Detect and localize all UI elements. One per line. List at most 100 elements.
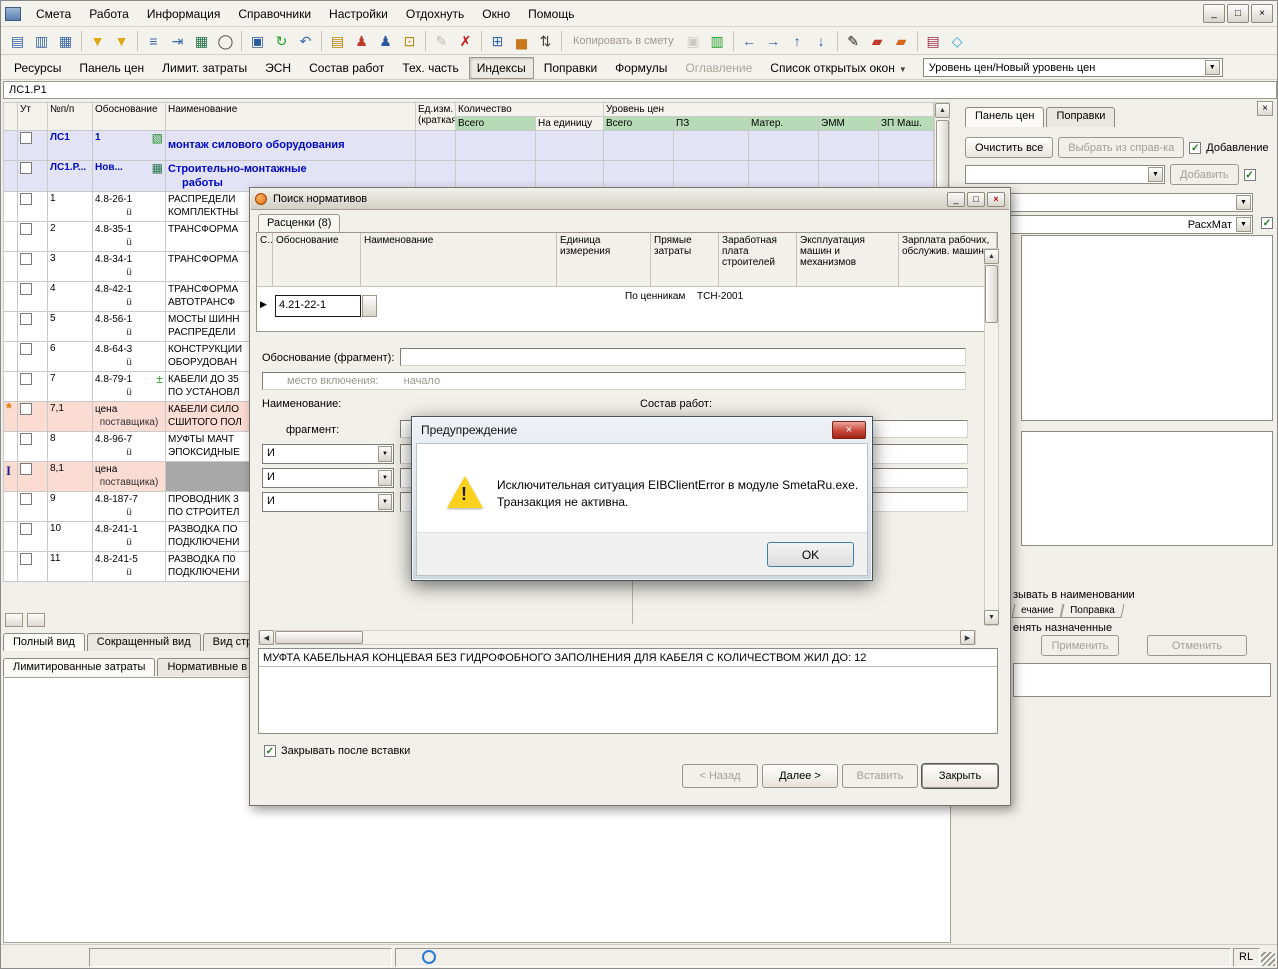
row-checkbox[interactable]: [20, 493, 32, 505]
col-num[interactable]: №п/п: [48, 103, 93, 131]
col-quantity[interactable]: Количество: [456, 103, 604, 117]
col-ut[interactable]: Ут: [18, 103, 48, 131]
keyboard-layout-indicator[interactable]: RL: [1233, 948, 1260, 967]
apply-button[interactable]: Применить: [1041, 635, 1119, 656]
chevron-down-icon[interactable]: ▼: [1236, 217, 1251, 232]
ok-button[interactable]: OK: [767, 542, 854, 567]
tab-full-view[interactable]: Полный вид: [3, 633, 85, 651]
menu-item[interactable]: Справочники: [229, 3, 320, 25]
pen-icon[interactable]: ✎: [842, 30, 865, 53]
move-up-icon[interactable]: ↑: [786, 30, 809, 53]
row-checkbox[interactable]: [20, 523, 32, 535]
warning-close-button[interactable]: ×: [832, 421, 866, 439]
tab-лимит-затраты[interactable]: Лимит. затраты: [154, 57, 255, 79]
note-icon[interactable]: ⊡: [398, 30, 421, 53]
menu-item[interactable]: Помощь: [519, 3, 583, 25]
tree-level-icon[interactable]: ≡: [142, 30, 165, 53]
col-name[interactable]: Наименование: [166, 103, 416, 131]
scroll-up-icon[interactable]: ▲: [935, 103, 950, 118]
search-icon[interactable]: ◯: [214, 30, 237, 53]
code-cell-button[interactable]: [362, 295, 377, 317]
dialog-close-button[interactable]: ×: [987, 192, 1005, 207]
indent-left-icon[interactable]: ←: [738, 30, 761, 53]
row-checkbox[interactable]: [20, 553, 32, 565]
materials-icon[interactable]: ▰: [890, 30, 913, 53]
scrollbar-thumb[interactable]: [275, 631, 363, 644]
menu-item[interactable]: Окно: [473, 3, 519, 25]
save-icon[interactable]: ▣: [246, 30, 269, 53]
edit-icon[interactable]: ✎: [430, 30, 453, 53]
dialog-horizontal-scrollbar[interactable]: ◀ ▶: [258, 630, 976, 645]
books-icon[interactable]: ▤: [922, 30, 945, 53]
tab-normative[interactable]: Нормативные в: [157, 658, 257, 676]
rcol-unit[interactable]: Единица измерения: [557, 233, 651, 287]
col-pl-mater[interactable]: Матер.: [749, 117, 819, 131]
justification-fragment-field[interactable]: [400, 348, 966, 366]
tab-список-открытых-окон[interactable]: Список открытых окон▼: [762, 57, 914, 79]
dialog-maximize-button[interactable]: □: [967, 192, 985, 207]
row-checkbox[interactable]: [20, 373, 32, 385]
layers-icon[interactable]: ◇: [946, 30, 969, 53]
col-qty-per-unit[interactable]: На единицу: [536, 117, 604, 131]
rcol-name[interactable]: Наименование: [361, 233, 557, 287]
next-button[interactable]: Далее >: [762, 764, 838, 788]
row-checkbox[interactable]: [20, 433, 32, 445]
adding-checkbox[interactable]: ✓: [1189, 142, 1201, 154]
refresh-icon[interactable]: ↻: [270, 30, 293, 53]
warning-titlebar[interactable]: Предупреждение: [412, 417, 872, 443]
dialog-minimize-button[interactable]: _: [947, 192, 965, 207]
chevron-down-icon[interactable]: ▼: [378, 446, 392, 462]
price-level-combobox[interactable]: Уровень цен/Новый уровень цен ▼: [923, 58, 1223, 77]
row-checkbox[interactable]: [20, 463, 32, 475]
col-unit[interactable]: Ед.изм. (краткая: [416, 103, 456, 131]
machines-icon[interactable]: ▰: [866, 30, 889, 53]
and-combobox-1[interactable]: И▼: [262, 444, 394, 464]
and-combobox-3[interactable]: И▼: [262, 492, 394, 512]
and-combobox-2[interactable]: И▼: [262, 468, 394, 488]
rcol-wages[interactable]: Заработная плата строителей: [719, 233, 797, 287]
chevron-down-icon[interactable]: ▼: [1148, 167, 1163, 182]
rcol-direct-costs[interactable]: Прямые затраты: [651, 233, 719, 287]
rcol-justification[interactable]: Обоснование: [273, 233, 361, 287]
row-checkbox[interactable]: [20, 162, 32, 174]
row-checkbox[interactable]: [20, 343, 32, 355]
tab-price-panel[interactable]: Панель цен: [965, 107, 1044, 127]
row-checkbox[interactable]: [20, 253, 32, 265]
tab-эсн[interactable]: ЭСН: [257, 57, 299, 79]
scrollbar-thumb[interactable]: [985, 265, 998, 323]
col-pl-total[interactable]: Всего: [604, 117, 674, 131]
insert-button[interactable]: Вставить: [842, 764, 918, 788]
correction-combobox[interactable]: ▼: [965, 165, 1165, 184]
tab-формулы[interactable]: Формулы: [607, 57, 675, 79]
tab-short-view[interactable]: Сокращенный вид: [87, 633, 201, 651]
sheet-nav-button[interactable]: [27, 613, 45, 627]
tab-rates[interactable]: Расценки (8): [258, 214, 340, 232]
row-checkbox[interactable]: [20, 132, 32, 144]
scroll-up-icon[interactable]: ▲: [984, 249, 999, 264]
estimate-new-icon[interactable]: ▤: [6, 30, 29, 53]
export-doc-icon[interactable]: ▤: [326, 30, 349, 53]
sort-icon[interactable]: ⇅: [534, 30, 557, 53]
place-field[interactable]: место включения: начало: [262, 372, 966, 390]
rcol-machine-wages[interactable]: Зарплата рабочих, обслужив. машины: [899, 233, 997, 287]
structure-icon[interactable]: ⊞: [486, 30, 509, 53]
tab-limited-costs[interactable]: Лимитированные затраты: [3, 658, 155, 676]
col-price-level[interactable]: Уровень цен: [604, 103, 934, 117]
row-checkbox[interactable]: [20, 403, 32, 415]
pick-from-reference-button[interactable]: Выбрать из справ-ка: [1058, 137, 1184, 158]
row-checkbox[interactable]: [20, 223, 32, 235]
undo-icon[interactable]: ↶: [294, 30, 317, 53]
minimize-button[interactable]: _: [1203, 4, 1225, 23]
rcol-s[interactable]: С..: [257, 233, 273, 287]
note-box[interactable]: [1013, 663, 1271, 697]
scroll-right-icon[interactable]: ▶: [960, 630, 975, 645]
estimate-open-icon[interactable]: ▥: [30, 30, 53, 53]
filter-setup-icon[interactable]: ▼: [110, 30, 133, 53]
menu-item[interactable]: Отдохнуть: [397, 3, 473, 25]
delete-icon[interactable]: ✗: [454, 30, 477, 53]
row-checkbox[interactable]: [20, 193, 32, 205]
raskhmat-checkbox[interactable]: ✓: [1261, 217, 1273, 229]
indent-right-icon[interactable]: →: [762, 30, 785, 53]
tab-corrections[interactable]: Поправки: [1046, 107, 1115, 127]
chart-icon[interactable]: ▅: [510, 30, 533, 53]
